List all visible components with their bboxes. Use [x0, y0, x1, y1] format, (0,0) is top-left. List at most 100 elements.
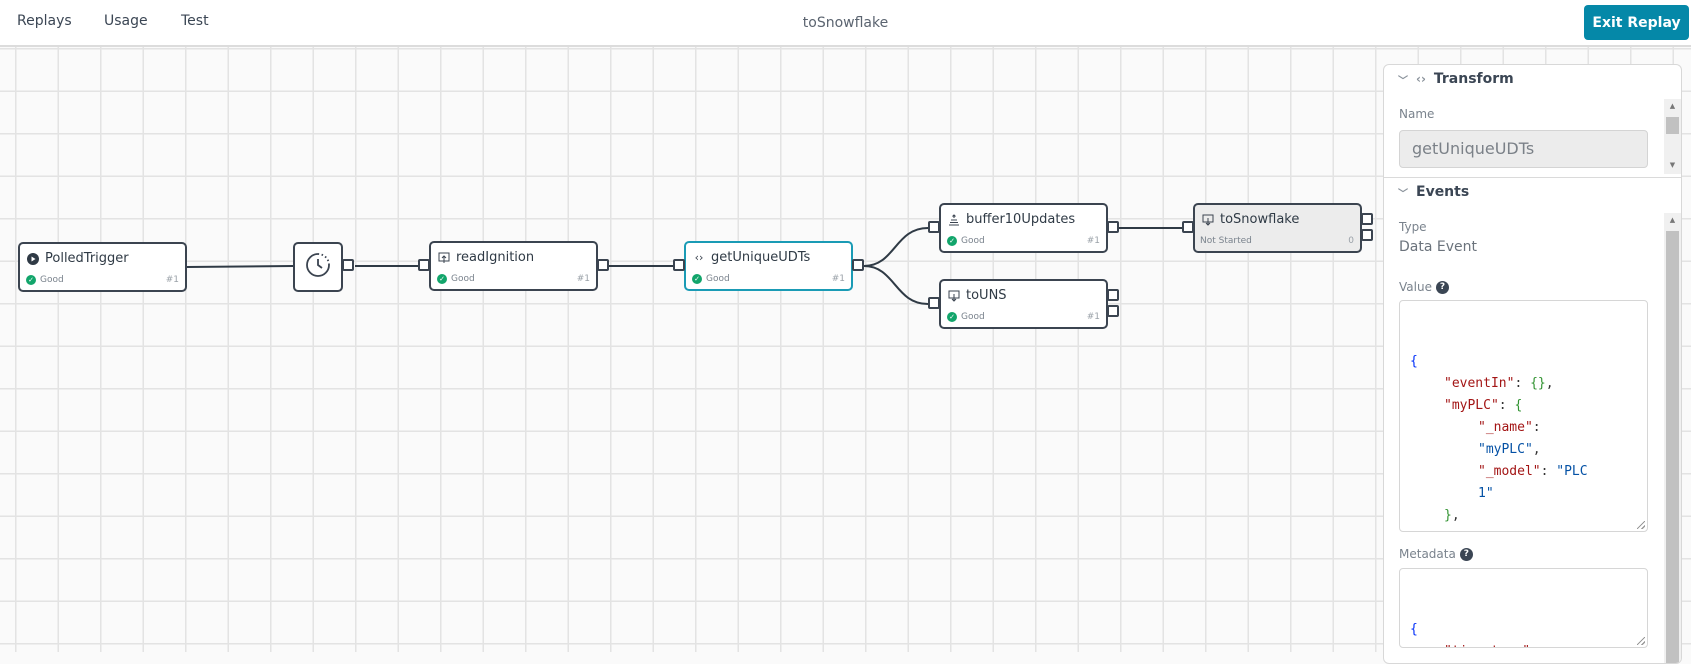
output-port-error[interactable] [1107, 305, 1119, 317]
code-line: "eventIn": {}, [1410, 373, 1637, 395]
node-name: getUniqueUDTs [711, 250, 811, 265]
value-label: Value ? [1399, 280, 1449, 294]
node-title: toUNS [948, 288, 1007, 303]
node-title: ‹› getUniqueUDTs [693, 250, 811, 265]
resize-handle[interactable] [1637, 637, 1645, 645]
output-port[interactable] [342, 259, 354, 271]
properties-panel: ﹀ ‹› Transform Name getUniqueUDTs ▲ ▼ ﹀ … [1383, 64, 1682, 664]
name-field[interactable]: getUniqueUDTs [1399, 130, 1648, 168]
code-line: "Line1": { [1410, 527, 1637, 531]
type-label: Type [1399, 220, 1427, 234]
status-text: Not Started [1200, 236, 1252, 246]
input-port[interactable] [673, 259, 685, 271]
play-circle-icon [27, 252, 39, 265]
node-to-uns[interactable]: toUNS ✓ Good #1 [939, 279, 1108, 329]
code-token: : [1530, 644, 1538, 647]
code-line: }, [1410, 505, 1637, 527]
node-status: ✓ Good [437, 274, 475, 284]
code-token: : [1499, 530, 1515, 531]
node-timer[interactable] [293, 242, 343, 292]
top-bar: Replays Usage Test toSnowflake Exit Repl… [0, 0, 1691, 47]
code-token: 1" [1478, 486, 1494, 501]
input-port[interactable] [1182, 221, 1194, 233]
code-token: , [1545, 376, 1554, 391]
status-text: Good [961, 236, 985, 246]
node-name: toSnowflake [1220, 212, 1300, 227]
input-port[interactable] [928, 221, 940, 233]
help-icon[interactable]: ? [1435, 280, 1449, 294]
check-circle-icon: ✓ [437, 274, 447, 284]
code-token: { [1514, 398, 1523, 413]
code-token: {} [1530, 376, 1546, 391]
help-icon[interactable]: ? [1459, 547, 1473, 561]
nav-replays[interactable]: Replays [17, 13, 72, 29]
code-token: : [1514, 376, 1531, 391]
scroll-up-icon[interactable]: ▲ [1664, 216, 1681, 224]
output-port[interactable] [1107, 221, 1119, 233]
output-port-success[interactable] [1361, 213, 1373, 225]
node-title: toSnowflake [1202, 212, 1299, 227]
scroll-up-icon[interactable]: ▲ [1664, 102, 1681, 110]
output-port[interactable] [597, 259, 609, 271]
code-line: { [1410, 619, 1637, 641]
node-status: ✓ Good [692, 274, 730, 284]
code-token: { [1514, 530, 1522, 531]
node-count: #1 [576, 274, 590, 284]
label-text: Value [1399, 280, 1432, 294]
chevron-down-icon: ﹀ [1398, 188, 1408, 200]
resize-handle[interactable] [1637, 521, 1645, 529]
name-label: Name [1399, 107, 1435, 121]
code-line: "timestamp": [1410, 641, 1637, 647]
node-status: Not Started [1200, 236, 1252, 246]
status-text: Good [961, 312, 985, 322]
label-text: Metadata [1399, 547, 1456, 561]
code-token: "Line1" [1444, 530, 1499, 531]
value-editor[interactable]: {"eventIn": {}, "myPLC": {"_name": "myPLC"… [1399, 300, 1648, 532]
node-name: toUNS [966, 288, 1007, 303]
code-line: 1" [1410, 483, 1637, 505]
code-token: { [1410, 354, 1418, 369]
output-port[interactable] [852, 259, 864, 271]
node-read-ignition[interactable]: readIgnition ✓ Good #1 [429, 241, 598, 291]
node-title: PolledTrigger [27, 251, 129, 266]
input-port[interactable] [418, 259, 430, 271]
check-circle-icon: ✓ [692, 274, 702, 284]
code-token: { [1410, 622, 1418, 637]
chevron-down-icon: ﹀ [1398, 75, 1408, 87]
code-icon: ‹› [1416, 72, 1426, 86]
nav-usage[interactable]: Usage [104, 13, 148, 29]
code-line: "_name": [1410, 417, 1637, 439]
nav-test[interactable]: Test [181, 13, 209, 29]
code-token: "myPLC" [1444, 398, 1499, 413]
transform-section-header[interactable]: ﹀ ‹› Transform [1398, 71, 1514, 87]
events-scrollbar[interactable]: ▲ [1664, 213, 1681, 663]
code-token: "myPLC" [1478, 442, 1533, 457]
check-circle-icon: ✓ [947, 312, 957, 322]
scrollbar-thumb[interactable] [1666, 117, 1679, 134]
code-token: "eventIn" [1444, 376, 1515, 391]
status-text: Good [451, 274, 475, 284]
node-to-snowflake[interactable]: toSnowflake Not Started 0 [1193, 203, 1362, 253]
code-token: , [1532, 442, 1541, 457]
code-token: } [1444, 508, 1452, 523]
node-buffer10updates[interactable]: buffer10Updates ✓ Good #1 [939, 203, 1108, 253]
input-port[interactable] [928, 297, 940, 309]
output-port-success[interactable] [1107, 289, 1119, 301]
output-port-error[interactable] [1361, 229, 1373, 241]
scrollbar-thumb[interactable] [1666, 231, 1679, 663]
code-token: : [1540, 464, 1557, 479]
status-text: Good [40, 275, 64, 285]
events-section-header[interactable]: ﹀ Events [1398, 184, 1469, 200]
exit-replay-button[interactable]: Exit Replay [1584, 5, 1689, 40]
metadata-editor[interactable]: {"timestamp":"2024-09-23T20:43:0 [1399, 568, 1648, 648]
node-name: readIgnition [456, 250, 535, 265]
transform-scrollbar[interactable]: ▲ ▼ [1664, 99, 1681, 174]
node-get-unique-udts[interactable]: ‹› getUniqueUDTs ✓ Good #1 [684, 241, 853, 291]
buffer-stack-icon [948, 213, 960, 226]
code-lines: {"timestamp":"2024-09-23T20:43:0 [1410, 619, 1637, 647]
code-icon: ‹› [694, 251, 704, 264]
node-polled-trigger[interactable]: PolledTrigger ✓ Good #1 [18, 242, 187, 292]
scroll-down-icon[interactable]: ▼ [1664, 161, 1681, 169]
node-title: buffer10Updates [948, 212, 1075, 227]
node-count: #1 [1086, 236, 1100, 246]
